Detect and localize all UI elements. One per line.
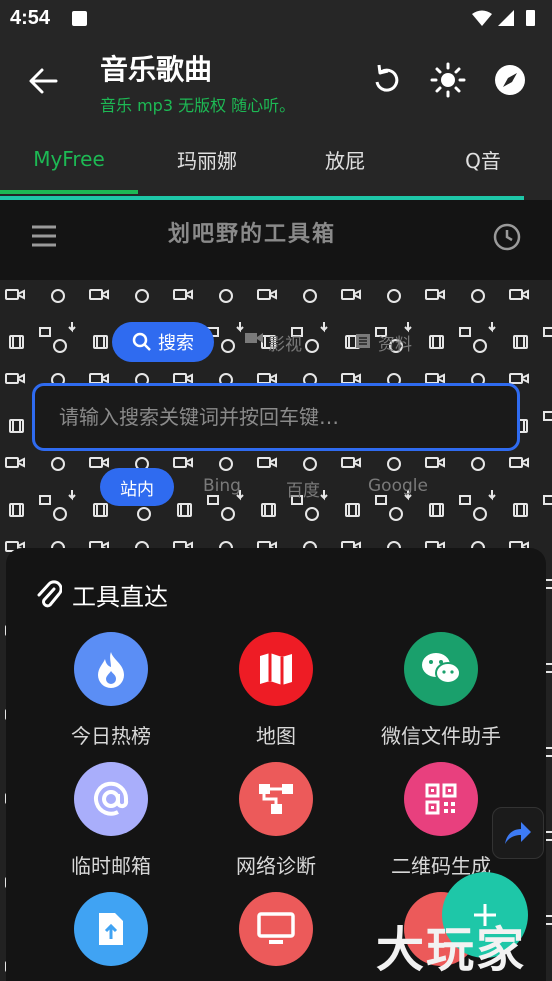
share-button[interactable] (492, 807, 544, 859)
share-arrow-icon (505, 822, 531, 844)
tool-map[interactable]: 地图 (191, 632, 361, 762)
search-tab-active[interactable]: 搜索 (112, 322, 214, 362)
screen: 4:54 音乐歌曲 音乐 mp3 无版权 随心听。 MyFree 玛丽娜 放屁 … (0, 0, 552, 981)
search-tab-video[interactable]: 影视 (268, 330, 302, 355)
site-title: 划吧野的工具箱 (168, 222, 337, 247)
paperclip-icon (37, 580, 62, 608)
brightness-icon[interactable] (428, 60, 468, 100)
tool-wechat-file[interactable]: 微信文件助手 (356, 632, 526, 762)
tool-label: 微信文件助手 (381, 724, 501, 748)
network-icon (239, 762, 313, 836)
wechat-icon (404, 632, 478, 706)
search-tab-label: 搜索 (158, 333, 194, 354)
search-tab-docs[interactable]: 资料 (378, 330, 412, 355)
web-header: 划吧野的工具箱 (0, 200, 552, 280)
search-box (32, 383, 520, 451)
tab-bar: MyFree 玛丽娜 放屁 Q音 (0, 124, 552, 196)
status-time: 4:54 (10, 7, 51, 29)
back-arrow-icon[interactable] (26, 64, 60, 98)
search-category-tabs: 搜索 影视 资料 (112, 322, 432, 362)
engine-site[interactable]: 站内 (100, 468, 174, 506)
battery-icon (526, 10, 535, 26)
monitor-icon (239, 892, 313, 966)
tool-network[interactable]: 网络诊断 (191, 762, 361, 892)
at-icon (74, 762, 148, 836)
tab-myfree[interactable]: MyFree (0, 124, 138, 194)
file-upload-icon (74, 892, 148, 966)
menu-icon[interactable] (30, 222, 58, 250)
tool-monitor[interactable] (191, 892, 361, 981)
tool-label: 今日热榜 (71, 724, 151, 748)
sheet-header: 工具直达 (34, 576, 168, 612)
engine-bing[interactable]: Bing (203, 476, 241, 496)
page-title: 音乐歌曲 (100, 53, 213, 86)
signal-icon (498, 10, 514, 26)
wifi-icon (472, 10, 492, 26)
tab-indicator (0, 190, 138, 194)
notification-icon (72, 11, 87, 26)
compass-icon[interactable] (490, 60, 530, 100)
search-icon (132, 332, 151, 351)
status-icons (472, 10, 535, 26)
clock-icon[interactable] (492, 222, 522, 252)
refresh-icon[interactable] (366, 60, 406, 100)
search-engines: 站内 Bing 百度 Google (100, 468, 460, 506)
video-icon (244, 330, 264, 351)
tool-label: 地图 (256, 724, 296, 748)
tool-hot-list[interactable]: 今日热榜 (26, 632, 196, 762)
tab-qyin[interactable]: Q音 (414, 124, 552, 194)
flame-icon (74, 632, 148, 706)
page-subtitle: 音乐 mp3 无版权 随心听。 (100, 96, 296, 115)
tab-fangpi[interactable]: 放屁 (276, 124, 414, 194)
tool-label: 网络诊断 (236, 854, 316, 878)
tool-file-upload[interactable] (26, 892, 196, 981)
engine-google[interactable]: Google (368, 476, 428, 496)
sheet-title: 工具直达 (72, 582, 168, 611)
search-input[interactable] (35, 386, 517, 448)
tab-marina[interactable]: 玛丽娜 (138, 124, 276, 194)
status-bar: 4:54 (0, 0, 552, 36)
document-icon (354, 332, 372, 355)
app-bar: 音乐歌曲 音乐 mp3 无版权 随心听。 (0, 36, 552, 124)
map-icon (239, 632, 313, 706)
qrcode-icon (404, 762, 478, 836)
tool-temp-mail[interactable]: 临时邮箱 (26, 762, 196, 892)
watermark: 大玩家 (376, 922, 527, 978)
engine-baidu[interactable]: 百度 (286, 476, 320, 501)
tool-label: 临时邮箱 (71, 854, 151, 878)
